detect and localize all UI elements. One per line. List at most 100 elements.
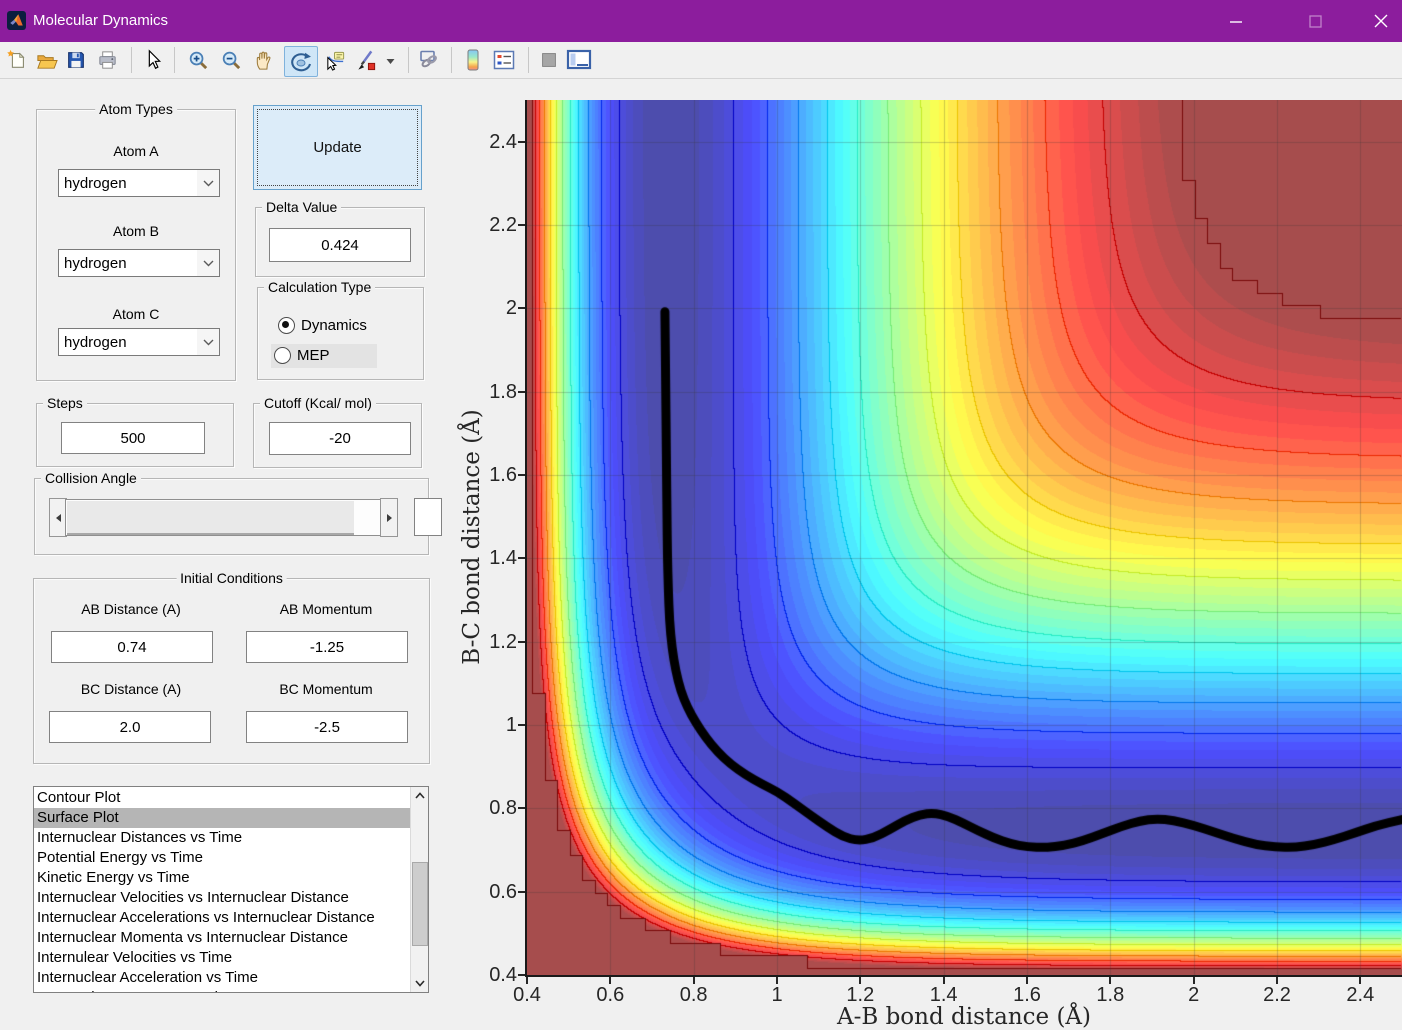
cutoff-field[interactable]: -20 xyxy=(269,422,411,455)
y-tick: 1 xyxy=(457,714,517,737)
link-chain-icon xyxy=(417,48,441,72)
rotate-3d-icon xyxy=(289,50,313,74)
panel-title: Collision Angle xyxy=(41,470,141,486)
minimize-button[interactable] xyxy=(1213,0,1259,42)
plot-list-item[interactable]: Internuclear Velocities vs Internuclear … xyxy=(34,888,413,908)
scrollbar-thumb[interactable] xyxy=(412,862,428,946)
radio-mep[interactable]: MEP xyxy=(271,344,377,368)
slider-track[interactable] xyxy=(354,499,381,536)
data-cursor-icon xyxy=(324,49,347,72)
delta-value-field[interactable]: 0.424 xyxy=(269,228,411,262)
plot-list-item[interactable]: Internuclear Momenta vs Time xyxy=(34,988,413,993)
x-axis-line xyxy=(525,975,1402,977)
maximize-icon xyxy=(1309,15,1322,28)
plot-list-item-selected[interactable]: Surface Plot xyxy=(34,808,413,828)
atom-types-panel: Atom Types Atom A hydrogen Atom B hydrog… xyxy=(36,109,236,381)
bc-momentum-field[interactable]: -2.5 xyxy=(246,711,408,743)
save-button[interactable] xyxy=(62,46,90,74)
radio-mep-label: MEP xyxy=(297,347,330,364)
open-file-button[interactable] xyxy=(32,46,60,74)
slider-right-arrow-button[interactable] xyxy=(380,498,398,537)
plot-list-item[interactable]: Internulear Velocities vs Time xyxy=(34,948,413,968)
y-tick: 0.4 xyxy=(457,964,517,987)
bc-distance-field[interactable]: 2.0 xyxy=(49,711,211,743)
scroll-down-button[interactable] xyxy=(411,975,428,992)
y-tick: 2.2 xyxy=(457,214,517,237)
tick-mark xyxy=(518,391,525,393)
brush-data-button[interactable] xyxy=(352,46,380,74)
atom-b-label: Atom B xyxy=(37,223,235,239)
zoom-out-icon xyxy=(220,49,243,72)
pan-hand-icon xyxy=(253,49,276,72)
chevron-down-icon xyxy=(415,980,425,987)
plot-list-item[interactable]: Contour Plot xyxy=(34,788,413,808)
atom-c-value: hydrogen xyxy=(64,329,127,355)
plot-list-item[interactable]: Internuclear Distances vs Time xyxy=(34,828,413,848)
zoom-in-button[interactable] xyxy=(184,46,212,74)
pointer-cursor-icon xyxy=(142,49,164,71)
chevron-down-icon[interactable] xyxy=(197,250,219,276)
close-icon xyxy=(1374,14,1388,28)
brush-dropdown-button[interactable] xyxy=(384,46,396,74)
y-tick: 2 xyxy=(457,297,517,320)
panel-title: Cutoff (Kcal/ mol) xyxy=(260,395,376,411)
tick-mark xyxy=(693,977,695,984)
insert-legend-button[interactable] xyxy=(490,46,518,74)
tick-mark xyxy=(859,977,861,984)
panel-title: Calculation Type xyxy=(264,279,375,295)
tick-mark xyxy=(518,724,525,726)
link-plots-button[interactable] xyxy=(415,46,443,74)
atom-a-dropdown[interactable]: hydrogen xyxy=(58,169,220,197)
chevron-down-icon[interactable] xyxy=(197,170,219,196)
insert-colorbar-button[interactable] xyxy=(459,46,487,74)
ab-distance-field[interactable]: 0.74 xyxy=(51,631,213,663)
listbox-scrollbar[interactable] xyxy=(410,787,428,992)
tick-mark xyxy=(518,474,525,476)
atom-c-dropdown[interactable]: hydrogen xyxy=(58,328,220,356)
tick-mark xyxy=(943,977,945,984)
tick-mark xyxy=(526,977,528,984)
maximize-button[interactable] xyxy=(1292,0,1338,42)
plot-list-item[interactable]: Internuclear Momenta vs Internuclear Dis… xyxy=(34,928,413,948)
tick-mark xyxy=(518,807,525,809)
collision-angle-field[interactable] xyxy=(414,498,442,536)
title-bar[interactable]: Molecular Dynamics xyxy=(0,0,1402,42)
scroll-up-button[interactable] xyxy=(411,787,428,804)
new-document-button[interactable] xyxy=(3,46,31,74)
collision-angle-slider[interactable] xyxy=(49,498,396,535)
slider-thumb[interactable] xyxy=(65,499,356,536)
steps-field[interactable]: 500 xyxy=(61,422,205,454)
toolbar-separator xyxy=(451,47,452,73)
ab-momentum-field[interactable]: -1.25 xyxy=(246,631,408,663)
atom-b-value: hydrogen xyxy=(64,250,127,276)
window-title: Molecular Dynamics xyxy=(33,0,168,42)
new-document-icon xyxy=(6,49,28,71)
tick-mark xyxy=(518,891,525,893)
y-tick: 2.4 xyxy=(457,131,517,154)
plot-list-item[interactable]: Kinetic Energy vs Time xyxy=(34,868,413,888)
plot-list-item[interactable]: Internuclear Accelerations vs Internucle… xyxy=(34,908,413,928)
data-cursor-button[interactable] xyxy=(321,46,349,74)
atom-b-dropdown[interactable]: hydrogen xyxy=(58,249,220,277)
print-button[interactable] xyxy=(93,46,121,74)
pes-contour-plot[interactable] xyxy=(527,100,1402,975)
show-plot-tools-button[interactable] xyxy=(565,46,593,74)
x-tick: 2.2 xyxy=(1263,984,1291,1007)
radio-unselected-icon[interactable] xyxy=(274,347,291,364)
rotate-3d-button[interactable] xyxy=(284,46,318,77)
hide-plot-tools-button[interactable] xyxy=(535,46,563,74)
tick-mark xyxy=(1193,977,1195,984)
pan-tool-button[interactable] xyxy=(250,46,278,74)
toolbar-separator xyxy=(131,47,132,73)
zoom-out-button[interactable] xyxy=(217,46,245,74)
collision-angle-panel: Collision Angle xyxy=(34,478,429,555)
plot-list-item[interactable]: Potential Energy vs Time xyxy=(34,848,413,868)
pointer-tool-button[interactable] xyxy=(139,46,167,74)
update-button[interactable]: Update xyxy=(253,105,422,190)
colorbar-icon xyxy=(462,48,484,72)
chevron-down-icon[interactable] xyxy=(197,329,219,355)
x-tick: 1.8 xyxy=(1096,984,1124,1007)
close-button[interactable] xyxy=(1359,0,1402,42)
radio-selected-icon[interactable] xyxy=(278,317,295,334)
plot-list-item[interactable]: Internuclear Acceleration vs Time xyxy=(34,968,413,988)
